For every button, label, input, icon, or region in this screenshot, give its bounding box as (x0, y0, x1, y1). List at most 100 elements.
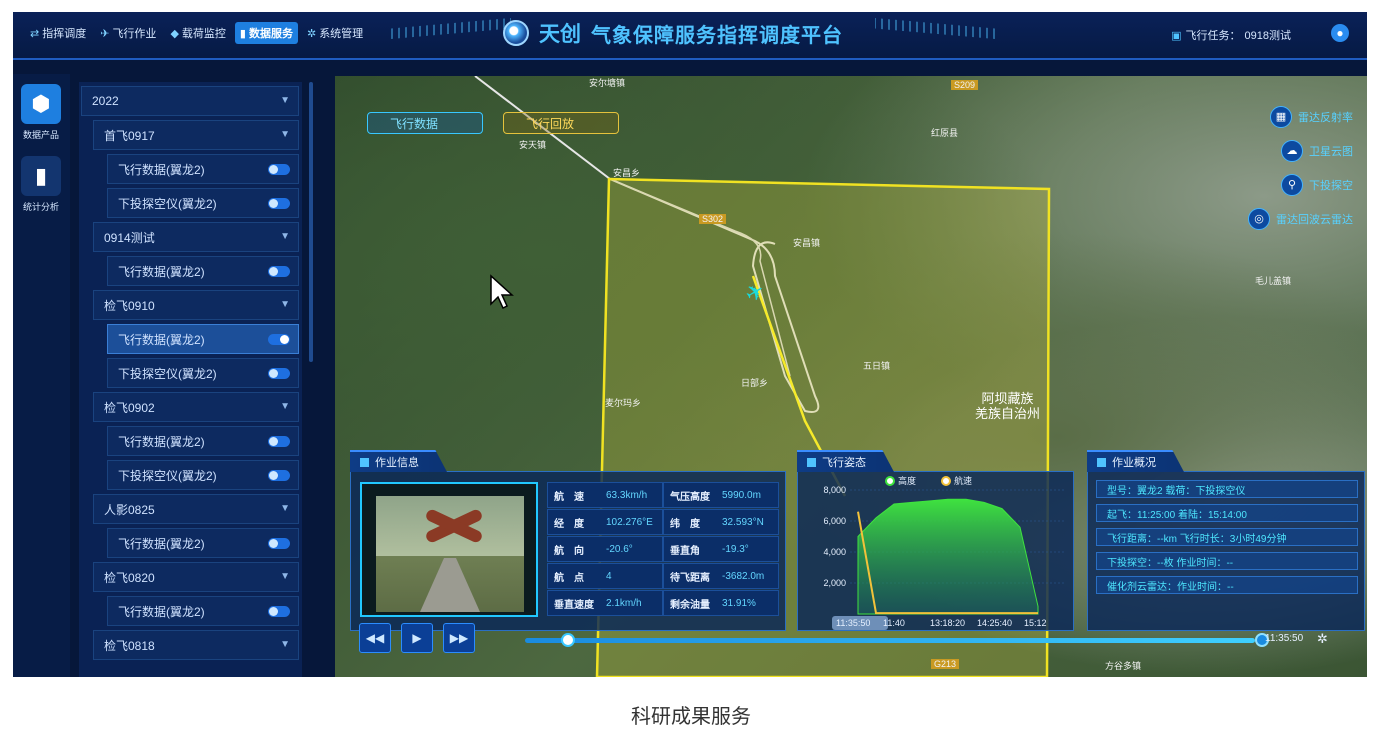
image-caption: 科研成果服务 (631, 706, 751, 728)
tree-node-mission[interactable]: 人影0825 ▼ (93, 494, 299, 524)
layer-toggle[interactable] (268, 606, 290, 617)
layer-toggle[interactable] (268, 368, 290, 379)
region-line: 羌族自治州 (975, 406, 1041, 421)
toggle-knob (269, 539, 278, 548)
tree-node-mission[interactable]: 0914测试 ▼ (93, 222, 299, 252)
tree-leaf[interactable]: 下投探空仪(翼龙2) (107, 358, 299, 388)
tree-leaf[interactable]: 飞行数据(翼龙2) (107, 256, 299, 286)
tree-leaf[interactable]: 下投探空仪(翼龙2) (107, 188, 299, 218)
chevron-down-icon: ▼ (280, 231, 290, 242)
flight-data-button[interactable]: 飞行数据 (367, 112, 483, 134)
timeline-track[interactable] (525, 638, 1255, 643)
tree-leaf[interactable]: 飞行数据(翼龙2) (107, 528, 299, 558)
logo-icon (503, 20, 529, 46)
fast-forward-button[interactable]: ▶▶ (443, 623, 475, 653)
briefcase-icon: ▣ (1171, 29, 1182, 42)
flight-replay-button[interactable]: 飞行回放 (503, 112, 619, 134)
nav-item-payload[interactable]: ◆ 载荷监控 (165, 22, 230, 44)
toggle-knob (269, 437, 278, 446)
layer-toggle[interactable] (268, 198, 290, 209)
tree-leaf[interactable]: 下投探空仪(翼龙2) (107, 460, 299, 490)
tree-node-mission[interactable]: 检飞0818 ▼ (93, 630, 299, 660)
flight-task-value: 0918测试 (1244, 30, 1291, 42)
info-cell: 垂直速度 2.1km/h (547, 590, 663, 616)
toggle-knob (269, 607, 278, 616)
tree-scrollbar[interactable] (309, 82, 313, 362)
tree-leaf[interactable]: 飞行数据(翼龙2) (107, 426, 299, 456)
settings-gear-icon[interactable]: ✲ (1317, 631, 1328, 647)
panel-header: 飞行姿态 (797, 450, 894, 472)
info-cell: 气压高度 5990.0m (663, 482, 779, 508)
nav-item-flight-ops[interactable]: ✈ 飞行作业 (95, 22, 161, 44)
layer-toggle[interactable] (268, 538, 290, 549)
tree-label: 下投探空仪(翼龙2) (118, 196, 217, 211)
tree-label: 2022 (92, 94, 119, 108)
tree-node-year[interactable]: 2022 ▼ (81, 86, 299, 116)
layer-toggle[interactable] (268, 164, 290, 175)
tree-label: 人影0825 (104, 502, 155, 517)
nav-item-data-service[interactable]: ▮ 数据服务 (234, 22, 298, 44)
rewind-icon: ◀◀ (365, 631, 385, 645)
bar-chart-icon: ▮ (239, 27, 246, 40)
y-tick-label: 2,000 (823, 578, 846, 588)
layer-satellite-cloud[interactable]: ☁ 卫星云图 (1281, 140, 1353, 162)
rail-item-statistics[interactable]: ▮ 统计分析 (17, 156, 65, 213)
nav-item-system[interactable]: ✲ 系统管理 (302, 22, 368, 44)
tree-node-mission[interactable]: 检飞0910 ▼ (93, 290, 299, 320)
scope-icon: ◎ (1248, 208, 1270, 230)
nav-label: 载荷监控 (181, 28, 226, 40)
rewind-button[interactable]: ◀◀ (359, 623, 391, 653)
nav-item-dispatch[interactable]: ⇄ 指挥调度 (25, 22, 91, 44)
overview-row: 催化剂云雷达：作业时间：-- (1096, 576, 1358, 594)
header-decoration-left (391, 18, 511, 39)
region-line: 阿坝藏族 (981, 391, 1034, 406)
info-value: 63.3km/h (606, 489, 648, 501)
layer-radar-reflectivity[interactable]: ▦ 雷达反射率 (1270, 106, 1353, 128)
info-key: 航 向 (554, 545, 584, 557)
user-icon[interactable]: ● (1331, 24, 1349, 42)
map-view[interactable]: 安天镇 安昌乡 红原县 安昌镇 安尔塘镇 五日镇 毛儿盖镇 日部乡 麦尔玛乡 方… (335, 76, 1367, 677)
panel-title: 飞行姿态 (822, 457, 866, 469)
info-key: 待飞距离 (670, 572, 710, 584)
tree-label: 0914测试 (104, 230, 155, 245)
altitude-speed-chart: 8,000 6,000 4,000 2,000 高度 航速 11:35:50 11:40 13:… (823, 475, 1066, 630)
timeline-handle[interactable] (561, 633, 575, 647)
legend-marker (885, 476, 895, 486)
layer-toggle[interactable] (268, 436, 290, 447)
tree-leaf[interactable]: 飞行数据(翼龙2) (107, 596, 299, 626)
panel-title: 作业信息 (375, 457, 419, 469)
mouse-cursor-icon (490, 274, 514, 310)
info-key: 剩余油量 (670, 599, 710, 611)
tree-leaf-selected[interactable]: 飞行数据(翼龙2) (107, 324, 299, 354)
road-shield: G213 (931, 659, 960, 669)
layer-toggle[interactable] (268, 334, 290, 345)
info-cell: 经 度 102.276°E (547, 509, 663, 535)
tree-label: 检飞0910 (104, 298, 155, 313)
tree-leaf[interactable]: 飞行数据(翼龙2) (107, 154, 299, 184)
layer-dropsonde[interactable]: ⚲ 下投探空 (1281, 174, 1353, 196)
tree-node-mission[interactable]: 首飞0917 ▼ (93, 120, 299, 150)
header-decoration-right (875, 18, 995, 48)
app-window: ⇄ 指挥调度 ✈ 飞行作业 ◆ 载荷监控 ▮ 数据服务 ✲ 系统管理 天创 气象保障服务指… (13, 12, 1367, 677)
layer-cloud-radar[interactable]: ◎ 雷达回波云雷达 (1248, 208, 1353, 230)
tree-label: 下投探空仪(翼龙2) (118, 468, 217, 483)
info-value: -3682.0m (722, 570, 765, 582)
legend-marker (941, 476, 951, 486)
rail-label: 数据产品 (22, 130, 59, 140)
layer-label: 下投探空 (1309, 180, 1353, 192)
info-cell: 航 向 -20.6° (547, 536, 663, 562)
tree-node-mission[interactable]: 检飞0820 ▼ (93, 562, 299, 592)
tree-label: 飞行数据(翼龙2) (118, 162, 205, 177)
layer-toggle[interactable] (268, 470, 290, 481)
tree-node-mission[interactable]: 检飞0902 ▼ (93, 392, 299, 422)
y-tick-label: 8,000 (823, 485, 846, 495)
layer-toggle[interactable] (268, 266, 290, 277)
chevron-down-icon: ▼ (280, 571, 290, 582)
layer-label: 雷达反射率 (1298, 112, 1353, 124)
video-feed[interactable] (360, 482, 538, 617)
tree-label: 飞行数据(翼龙2) (118, 604, 205, 619)
tree-label: 飞行数据(翼龙2) (118, 434, 205, 449)
rail-item-data-products[interactable]: ⬢ 数据产品 (17, 84, 65, 141)
play-button[interactable]: ▶ (401, 623, 433, 653)
flight-data-label: 飞行数据 (390, 116, 439, 131)
